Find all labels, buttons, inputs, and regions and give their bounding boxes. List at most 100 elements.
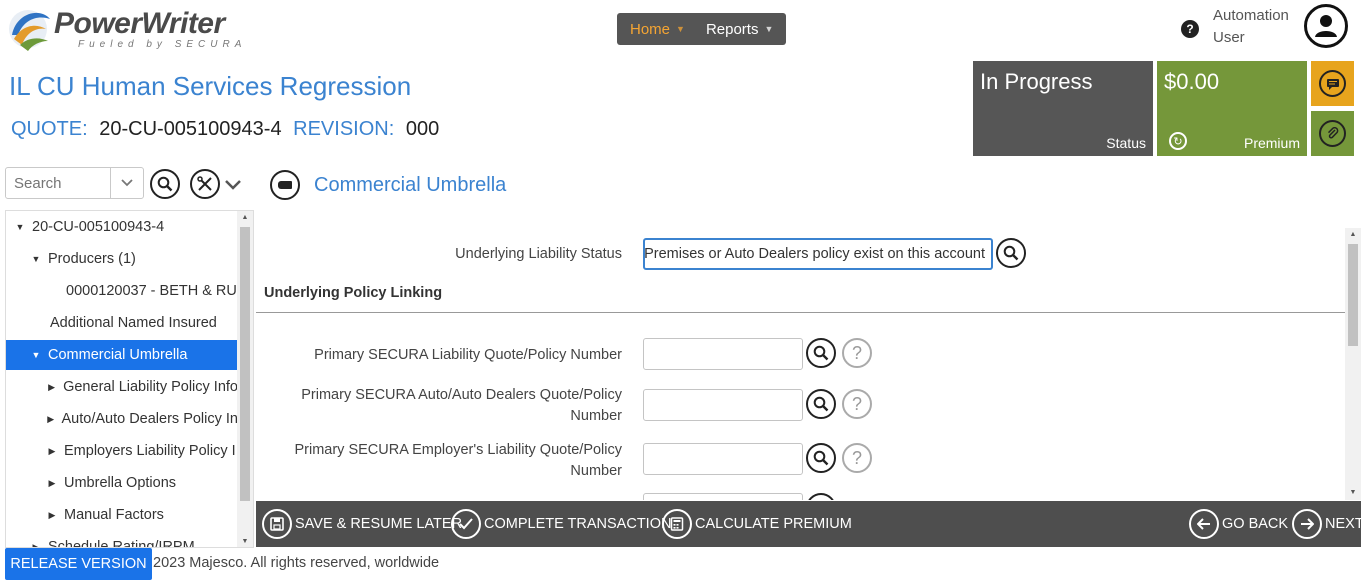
action-bar: SAVE & RESUME LATER COMPLETE TRANSACTION… [256, 501, 1364, 547]
tree-scrollbar[interactable]: ▲ ▼ [237, 211, 253, 547]
logo-wordmark: PowerWriter [54, 7, 225, 40]
tree-item-label: Auto/Auto Dealers Policy In [61, 411, 238, 427]
save-resume-label: SAVE & RESUME LATER [295, 516, 463, 532]
primary-liability-input[interactable] [643, 338, 803, 370]
go-back-button[interactable]: GO BACK [1189, 508, 1288, 540]
help-icon[interactable]: ? [1181, 20, 1199, 38]
user-avatar-icon[interactable] [1304, 4, 1348, 48]
primary-auto-label-line1: Primary SECURA Auto/Auto Dealers Quote/P… [301, 387, 622, 403]
tree-item-auto-dealers[interactable]: ▶ Auto/Auto Dealers Policy In [6, 404, 238, 434]
primary-liability-label: Primary SECURA Liability Quote/Policy Nu… [314, 347, 622, 363]
form-scrollbar-thumb[interactable] [1348, 244, 1358, 346]
question-icon[interactable]: ? [842, 338, 872, 368]
nav-home[interactable]: Home ▼ [617, 13, 693, 45]
tree-item-label: Commercial Umbrella [48, 347, 188, 363]
primary-auto-lookup-button[interactable] [806, 389, 836, 419]
quote-number: 20-CU-005100943-4 [99, 118, 282, 140]
user-name: Automation User [1213, 5, 1303, 49]
search-icon [813, 345, 829, 361]
search-icon [813, 450, 829, 466]
primary-employer-input[interactable] [643, 443, 803, 475]
tree-item-label: Producers (1) [48, 251, 136, 267]
scroll-down-icon[interactable]: ▼ [237, 535, 253, 547]
revision-number: 000 [405, 118, 440, 140]
ul-status-lookup-button[interactable] [996, 238, 1026, 268]
attachments-button[interactable] [1311, 111, 1354, 156]
caret-down-icon[interactable]: ▼ [30, 350, 42, 360]
tree-item-producers[interactable]: ▼ Producers (1) [6, 244, 238, 274]
tools-button[interactable] [190, 169, 220, 199]
tree-item-label: Umbrella Options [64, 475, 177, 491]
caret-down-icon[interactable]: ▼ [14, 222, 26, 232]
search-input[interactable] [6, 169, 110, 197]
caret-down-icon[interactable]: ▼ [30, 254, 42, 264]
primary-employer-label-line1: Primary SECURA Employer's Liability Quot… [294, 442, 622, 458]
complete-transaction-button[interactable]: COMPLETE TRANSACTION [451, 508, 671, 540]
premium-label: Premium [1243, 135, 1300, 151]
chevron-down-icon: ▼ [764, 24, 774, 34]
top-navigation: Home ▼ Reports ▼ [617, 13, 786, 45]
tree-item-label: Additional Named Insured [50, 315, 217, 331]
search-icon [157, 176, 173, 192]
tree-item-commercial-umbrella[interactable]: ▼ Commercial Umbrella [6, 340, 238, 370]
caret-right-icon[interactable]: ▶ [46, 446, 58, 457]
question-icon[interactable]: ? [842, 389, 872, 419]
collapse-panel-button[interactable] [270, 170, 300, 200]
search-icon [1003, 245, 1019, 261]
notes-button[interactable] [1311, 61, 1354, 106]
page-title: IL CU Human Services Regression [9, 71, 412, 101]
person-icon [1315, 15, 1337, 37]
search-button[interactable] [150, 169, 180, 199]
tree-item-manual-factors[interactable]: ▶ Manual Factors [6, 500, 238, 530]
user-last-name: User [1213, 29, 1245, 46]
question-icon[interactable]: ? [842, 443, 872, 473]
caret-right-icon[interactable]: ▶ [46, 382, 57, 393]
chevron-down-icon: ▼ [676, 24, 685, 34]
calculate-premium-label: CALCULATE PREMIUM [695, 516, 852, 532]
logo-tagline: Fueled by SECURA [78, 39, 247, 50]
umbrella-form: Underlying Liability Status Premises or … [256, 228, 1361, 500]
tree-scrollbar-thumb[interactable] [240, 227, 250, 501]
next-label: NEXT [1325, 516, 1364, 532]
tree-item-general-liability[interactable]: ▶ General Liability Policy Info [6, 372, 238, 402]
ul-status-field[interactable]: Premises or Auto Dealers policy exist on… [643, 238, 993, 270]
tree-item-label: General Liability Policy Info [63, 379, 238, 395]
primary-employer-lookup-button[interactable] [806, 443, 836, 473]
scroll-up-icon[interactable]: ▲ [1345, 228, 1361, 242]
refresh-icon[interactable]: ↻ [1169, 132, 1187, 150]
tree-item-additional-named-insured[interactable]: Additional Named Insured [6, 308, 238, 338]
primary-auto-input[interactable] [643, 389, 803, 421]
policy-tree: ▼ 20-CU-005100943-4 ▼ Producers (1) 0000… [5, 210, 254, 548]
ul-status-label: Underlying Liability Status [455, 246, 622, 262]
tree-item-producer[interactable]: 0000120037 - BETH & RUD [6, 276, 238, 306]
primary-employer-label: Primary SECURA Employer's Liability Quot… [256, 440, 622, 482]
primary-liability-lookup-button[interactable] [806, 338, 836, 368]
scroll-down-icon[interactable]: ▼ [1345, 486, 1361, 500]
wrench-screwdriver-icon [197, 176, 212, 191]
tree-item-label: Employers Liability Policy I [64, 443, 236, 459]
tree-item-schedule-rating[interactable]: ▶ Schedule Rating/IRPM [6, 532, 238, 547]
chevron-down-icon[interactable] [223, 176, 243, 194]
nav-reports[interactable]: Reports ▼ [693, 13, 781, 45]
save-resume-button[interactable]: SAVE & RESUME LATER [262, 508, 462, 540]
form-scrollbar[interactable]: ▲ ▼ [1345, 228, 1361, 500]
next-row-lookup-button[interactable] [806, 493, 836, 500]
scroll-up-icon[interactable]: ▲ [237, 211, 253, 225]
tree-item-quote[interactable]: ▼ 20-CU-005100943-4 [6, 212, 238, 242]
calculate-premium-button[interactable]: CALCULATE PREMIUM [662, 508, 852, 540]
nav-reports-label: Reports [705, 20, 759, 38]
next-button[interactable]: NEXT [1292, 508, 1364, 540]
calculator-icon [662, 509, 692, 539]
tree-item-employers-liability[interactable]: ▶ Employers Liability Policy I [6, 436, 238, 466]
tree-item-umbrella-options[interactable]: ▶ Umbrella Options [6, 468, 238, 498]
caret-right-icon[interactable]: ▶ [46, 510, 58, 521]
premium-value: $0.00 [1164, 69, 1220, 94]
caret-right-icon[interactable]: ▶ [46, 478, 58, 489]
primary-auto-label: Primary SECURA Auto/Auto Dealers Quote/P… [256, 385, 622, 427]
release-version-button[interactable]: RELEASE VERSION [5, 548, 152, 580]
status-tile: In Progress Status [973, 61, 1153, 156]
chevron-down-icon[interactable] [110, 168, 143, 198]
caret-right-icon[interactable]: ▶ [46, 414, 55, 425]
quote-label: QUOTE: [11, 118, 88, 140]
next-row-input[interactable] [643, 493, 803, 500]
